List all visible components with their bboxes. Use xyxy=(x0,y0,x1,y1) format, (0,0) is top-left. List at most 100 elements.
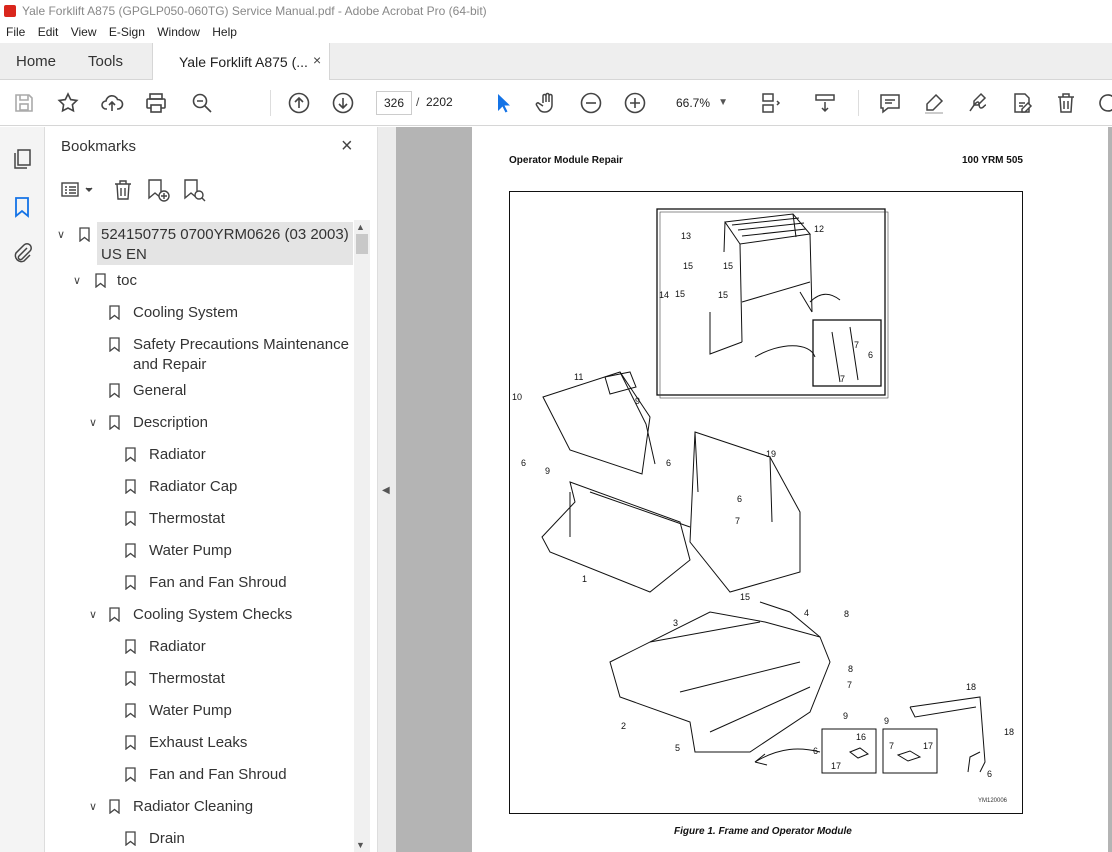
tab-document[interactable]: Yale Forklift A875 (... × xyxy=(152,43,330,81)
delete-bookmark-icon[interactable] xyxy=(111,177,135,203)
bookmark-icon xyxy=(109,305,120,320)
zoom-out-icon[interactable] xyxy=(579,91,603,115)
bookmark-thermostat[interactable]: Thermostat xyxy=(125,669,345,689)
callout-9: 9 xyxy=(843,711,848,721)
callout-15: 15 xyxy=(675,289,685,299)
bookmark-label: Fan and Fan Shroud xyxy=(149,574,287,591)
page-thumbnails-icon[interactable] xyxy=(10,147,34,171)
new-bookmark-icon[interactable] xyxy=(145,177,171,203)
bookmark-radiator[interactable]: Radiator xyxy=(125,637,345,657)
bookmark-fan-and-fan-shroud[interactable]: Fan and Fan Shroud xyxy=(125,765,345,785)
highlight-pen-icon[interactable] xyxy=(922,91,946,115)
bookmark-options-icon[interactable] xyxy=(59,177,97,203)
chevron-down-icon[interactable]: ∨ xyxy=(57,225,71,245)
bookmark-root[interactable]: ∨ 524150775 0700YRM0626 (03 2003) US EN xyxy=(57,225,357,267)
hand-tool-icon[interactable] xyxy=(535,91,559,115)
bookmark-radiator-cap[interactable]: Radiator Cap xyxy=(125,477,345,497)
menu-file[interactable]: File xyxy=(6,25,25,39)
bookmark-star-icon[interactable] xyxy=(56,91,80,115)
bookmark-drain[interactable]: Drain xyxy=(125,829,345,849)
callout-6: 6 xyxy=(868,350,873,360)
toolbar-divider xyxy=(270,90,271,116)
bookmark-cooling-system-checks[interactable]: ∨ Cooling System Checks xyxy=(89,605,349,625)
scroll-mode-icon[interactable] xyxy=(813,91,837,115)
zoom-search-icon[interactable] xyxy=(190,91,214,115)
page-fit-icon[interactable] xyxy=(759,91,783,115)
bookmark-exhaust-leaks[interactable]: Exhaust Leaks xyxy=(125,733,345,753)
callout-8: 8 xyxy=(848,664,853,674)
page-header-right: 100 YRM 505 xyxy=(962,155,1023,166)
bookmark-icon xyxy=(125,703,136,718)
chevron-down-icon[interactable]: ∨ xyxy=(89,797,103,817)
bookmarks-panel-title: Bookmarks xyxy=(61,138,137,155)
delete-trash-icon[interactable] xyxy=(1054,91,1078,115)
tab-home[interactable]: Home xyxy=(16,53,56,70)
menu-window[interactable]: Window xyxy=(157,25,200,39)
collapse-arrow-icon: ◀ xyxy=(382,485,390,496)
bookmarks-panel-icon[interactable] xyxy=(10,195,34,219)
bookmark-general[interactable]: General xyxy=(109,381,349,401)
bookmark-fan-and-fan-shroud[interactable]: Fan and Fan Shroud xyxy=(125,573,345,593)
rotate-icon[interactable] xyxy=(1096,91,1112,115)
bookmark-description[interactable]: ∨ Description xyxy=(89,413,349,433)
attachments-paperclip-icon[interactable] xyxy=(10,241,34,265)
bookmark-label: Radiator xyxy=(149,446,206,463)
bookmark-icon xyxy=(125,447,136,462)
select-cursor-icon[interactable] xyxy=(491,91,515,115)
bookmark-water-pump[interactable]: Water Pump xyxy=(125,541,345,561)
save-icon[interactable] xyxy=(12,91,36,115)
bookmark-label: Radiator Cleaning xyxy=(133,798,254,815)
bookmark-search-icon[interactable] xyxy=(181,177,207,203)
chevron-down-icon[interactable]: ∨ xyxy=(73,271,87,291)
callout-7: 7 xyxy=(847,680,852,690)
callout-9: 9 xyxy=(635,396,640,406)
bookmark-icon xyxy=(125,767,136,782)
comment-icon[interactable] xyxy=(878,91,902,115)
menu-bar: File Edit View E-Sign Window Help xyxy=(0,22,1112,43)
chevron-down-icon[interactable]: ∨ xyxy=(89,413,103,433)
bookmark-label: toc xyxy=(117,272,138,289)
next-page-icon[interactable] xyxy=(331,91,355,115)
bookmark-radiator-cleaning[interactable]: ∨ Radiator Cleaning xyxy=(89,797,349,817)
previous-page-icon[interactable] xyxy=(287,91,311,115)
pdf-page: Operator Module Repair 100 YRM 505 13 15… xyxy=(472,127,1108,852)
bookmark-thermostat[interactable]: Thermostat xyxy=(125,509,345,529)
print-icon[interactable] xyxy=(144,91,168,115)
zoom-in-icon[interactable] xyxy=(623,91,647,115)
menu-esign[interactable]: E-Sign xyxy=(109,25,145,39)
bookmark-icon xyxy=(125,735,136,750)
menu-view[interactable]: View xyxy=(71,25,97,39)
tab-tools[interactable]: Tools xyxy=(88,53,123,70)
figure-frame: 13 15 15 15 15 14 12 7 6 7 11 10 9 6 9 6 xyxy=(509,191,1023,814)
menu-help[interactable]: Help xyxy=(212,25,237,39)
scroll-down-arrow-icon[interactable]: ▼ xyxy=(356,840,365,850)
callout-15: 15 xyxy=(683,261,693,271)
cloud-upload-icon[interactable] xyxy=(100,91,124,115)
tab-close-icon[interactable]: × xyxy=(313,52,321,68)
main-toolbar: 326 / 2202 66.7% ▼ xyxy=(0,80,1112,126)
chevron-down-icon[interactable]: ∨ xyxy=(89,605,103,625)
edit-text-icon[interactable] xyxy=(1010,91,1034,115)
scroll-up-arrow-icon[interactable]: ▲ xyxy=(356,222,365,232)
bookmark-label: 524150775 0700YRM0626 (03 2003) US EN xyxy=(101,226,349,263)
bookmarks-scrollbar[interactable]: ▲ ▼ xyxy=(354,220,370,852)
callout-4: 4 xyxy=(804,608,809,618)
bookmark-radiator[interactable]: Radiator xyxy=(125,445,345,465)
toolbar-divider xyxy=(858,90,859,116)
callout-7: 7 xyxy=(889,741,894,751)
panel-collapse-handle[interactable]: ◀ xyxy=(378,127,396,852)
zoom-level-select[interactable]: 66.7% ▼ xyxy=(666,91,736,115)
bookmark-safety-precautions[interactable]: Safety Precautions Maintenance and Repai… xyxy=(109,335,353,375)
close-icon[interactable]: × xyxy=(341,135,353,158)
bookmark-cooling-system[interactable]: Cooling System xyxy=(109,303,349,323)
draw-signature-icon[interactable] xyxy=(966,91,990,115)
callout-19: 19 xyxy=(766,449,776,459)
bookmark-label: Description xyxy=(133,414,209,431)
bookmark-label: Water Pump xyxy=(149,542,232,559)
menu-edit[interactable]: Edit xyxy=(38,25,59,39)
bookmark-water-pump[interactable]: Water Pump xyxy=(125,701,345,721)
document-viewer[interactable]: Operator Module Repair 100 YRM 505 13 15… xyxy=(396,127,1112,852)
scrollbar-thumb[interactable] xyxy=(356,234,368,254)
page-number-input[interactable]: 326 xyxy=(376,91,412,115)
bookmark-toc[interactable]: ∨ toc xyxy=(73,271,353,291)
